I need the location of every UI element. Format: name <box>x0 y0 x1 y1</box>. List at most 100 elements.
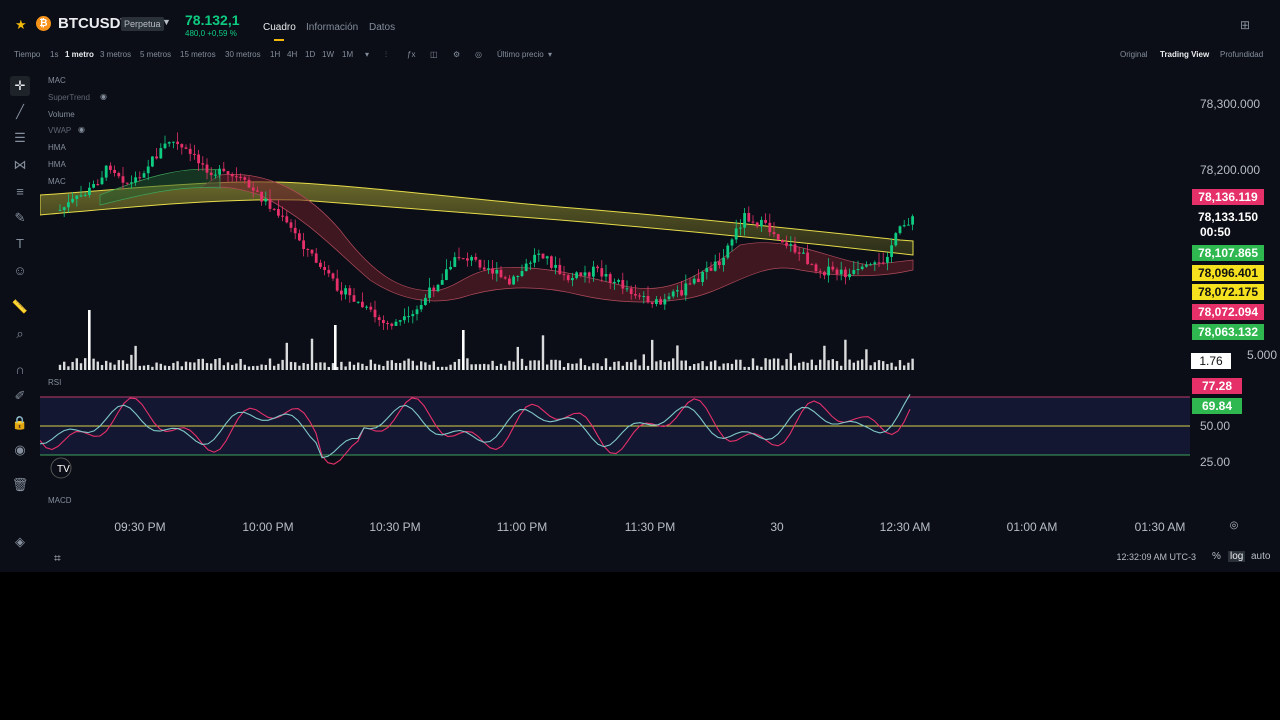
interval-1mo[interactable]: 1M <box>342 50 353 59</box>
pattern-icon[interactable]: ⋈ <box>10 155 30 175</box>
candle-body <box>302 240 305 250</box>
ruler-icon[interactable]: 📏 <box>10 297 30 317</box>
chart-type-icon[interactable]: ⫶ <box>385 50 387 60</box>
candle-body <box>88 187 91 195</box>
price-axis[interactable]: 78,300.000 78,200.000 5.000 78,136.119 7… <box>1190 70 1280 540</box>
volume-bar <box>407 358 410 370</box>
candle-body <box>289 222 293 228</box>
candle-body <box>499 269 503 278</box>
lock-icon[interactable]: 🔒 <box>10 413 30 433</box>
volume-bar <box>63 361 66 370</box>
interval-1s[interactable]: 1s <box>50 50 58 59</box>
volume-bar <box>844 339 847 370</box>
volume-bar <box>168 366 171 370</box>
settings-icon[interactable]: ⚙ <box>453 50 460 59</box>
volume-bar <box>634 359 637 370</box>
legend-mac-2[interactable]: MAC <box>48 177 66 186</box>
draw-lock-icon[interactable]: ✐ <box>10 386 30 406</box>
date-range-icon[interactable]: ⌗ <box>54 551 61 566</box>
zoom-icon[interactable]: ⌕ <box>10 324 30 344</box>
candle-body <box>827 266 830 276</box>
candle-body <box>701 271 704 283</box>
crosshair-icon[interactable]: ✛ <box>10 76 30 96</box>
trend-line-icon[interactable]: ╱ <box>10 102 30 122</box>
volume-bar <box>756 365 759 370</box>
price-source-dropdown-icon[interactable]: ▾ <box>548 50 552 59</box>
candle-body <box>151 156 154 167</box>
volume-bar <box>483 363 486 370</box>
volume-bar <box>684 360 687 370</box>
visibility-eye-icon-2[interactable]: ◉ <box>78 125 85 134</box>
interval-1m[interactable]: 1 metro <box>65 50 94 59</box>
volume-bar <box>478 364 482 370</box>
candle-body <box>440 280 444 285</box>
price-chart[interactable]: TV <box>40 70 1190 540</box>
macd-pane-label[interactable]: MACD <box>48 496 72 505</box>
volume-bar <box>415 365 419 370</box>
volume-bar <box>189 362 192 370</box>
percent-scale-toggle[interactable]: % <box>1212 551 1221 562</box>
legend-hma-2[interactable]: HMA <box>48 160 66 169</box>
interval-5m[interactable]: 5 metros <box>140 50 171 59</box>
more-intervals-icon[interactable]: ▾ <box>365 50 369 59</box>
volume-bar <box>533 360 536 370</box>
fib-icon[interactable]: ≡ <box>10 182 30 202</box>
candle-body <box>718 261 721 266</box>
volume-bar <box>848 359 851 370</box>
candle-body <box>205 164 209 173</box>
interval-4h[interactable]: 4H <box>287 50 297 59</box>
magnet-icon[interactable]: ∩ <box>10 360 30 380</box>
volume-bar <box>814 365 818 370</box>
tab-cuadro[interactable]: Cuadro <box>263 22 296 41</box>
view-original[interactable]: Original <box>1120 50 1148 59</box>
tab-informacion[interactable]: Información <box>306 22 358 33</box>
visibility-eye-icon[interactable]: ◉ <box>100 92 107 101</box>
interval-1d[interactable]: 1D <box>305 50 315 59</box>
log-scale-toggle[interactable]: log <box>1228 551 1246 562</box>
time-axis[interactable]: 09:30 PM 10:00 PM 10:30 PM 11:00 PM 11:3… <box>40 518 1238 538</box>
interval-30m[interactable]: 30 metros <box>225 50 261 59</box>
interval-3m[interactable]: 3 metros <box>100 50 131 59</box>
volume-bar <box>499 363 503 370</box>
favorite-star-icon[interactable]: ★ <box>15 17 27 33</box>
interval-15m[interactable]: 15 metros <box>180 50 216 59</box>
candle-body <box>104 165 108 178</box>
alert-icon[interactable]: ◎ <box>475 50 482 59</box>
volume-bar <box>348 361 351 370</box>
candle-body <box>394 321 398 326</box>
legend-supertrend[interactable]: SuperTrend <box>48 93 90 102</box>
legend-mac[interactable]: MAC <box>48 76 66 85</box>
indicators-icon[interactable]: ƒx <box>407 50 415 59</box>
eye-icon[interactable]: ◉ <box>10 440 30 460</box>
symbol-name[interactable]: BTCUSDT <box>58 15 130 32</box>
interval-1w[interactable]: 1W <box>322 50 334 59</box>
volume-bar <box>193 362 196 370</box>
utc-clock[interactable]: 12:32:09 AM UTC-3 <box>1116 552 1196 562</box>
interval-1h[interactable]: 1H <box>270 50 280 59</box>
candle-body <box>247 179 251 188</box>
text-icon[interactable]: T <box>10 234 30 254</box>
volume-bar <box>722 363 725 370</box>
axis-settings-icon[interactable]: ◎ <box>1230 520 1239 531</box>
legend-volume[interactable]: Volume <box>48 110 75 119</box>
view-tradingview[interactable]: Trading View <box>1160 50 1209 59</box>
trash-icon[interactable]: 🗑 <box>10 475 30 495</box>
auto-scale-toggle[interactable]: auto <box>1251 551 1270 562</box>
volume-bar <box>424 362 427 370</box>
legend-hma-1[interactable]: HMA <box>48 143 66 152</box>
symbol-dropdown-icon[interactable]: ▼ <box>162 17 171 27</box>
layout-grid-icon[interactable]: ⊞ <box>1240 18 1250 32</box>
price-source-select[interactable]: Último precio <box>497 50 544 59</box>
candle-body <box>566 275 570 281</box>
volume-bar <box>840 365 843 370</box>
view-depth[interactable]: Profundidad <box>1220 50 1263 59</box>
brush-icon[interactable]: ✎ <box>10 208 30 228</box>
volume-bar <box>537 360 540 370</box>
emoji-icon[interactable]: ☺ <box>10 261 30 281</box>
legend-vwap[interactable]: VWAP <box>48 126 71 135</box>
camera-icon[interactable]: ◫ <box>430 50 438 59</box>
volume-bar <box>84 358 87 370</box>
rsi-pane-label[interactable]: RSI <box>48 378 61 387</box>
tab-datos[interactable]: Datos <box>369 22 395 33</box>
horizontal-lines-icon[interactable]: ☰ <box>10 128 30 148</box>
